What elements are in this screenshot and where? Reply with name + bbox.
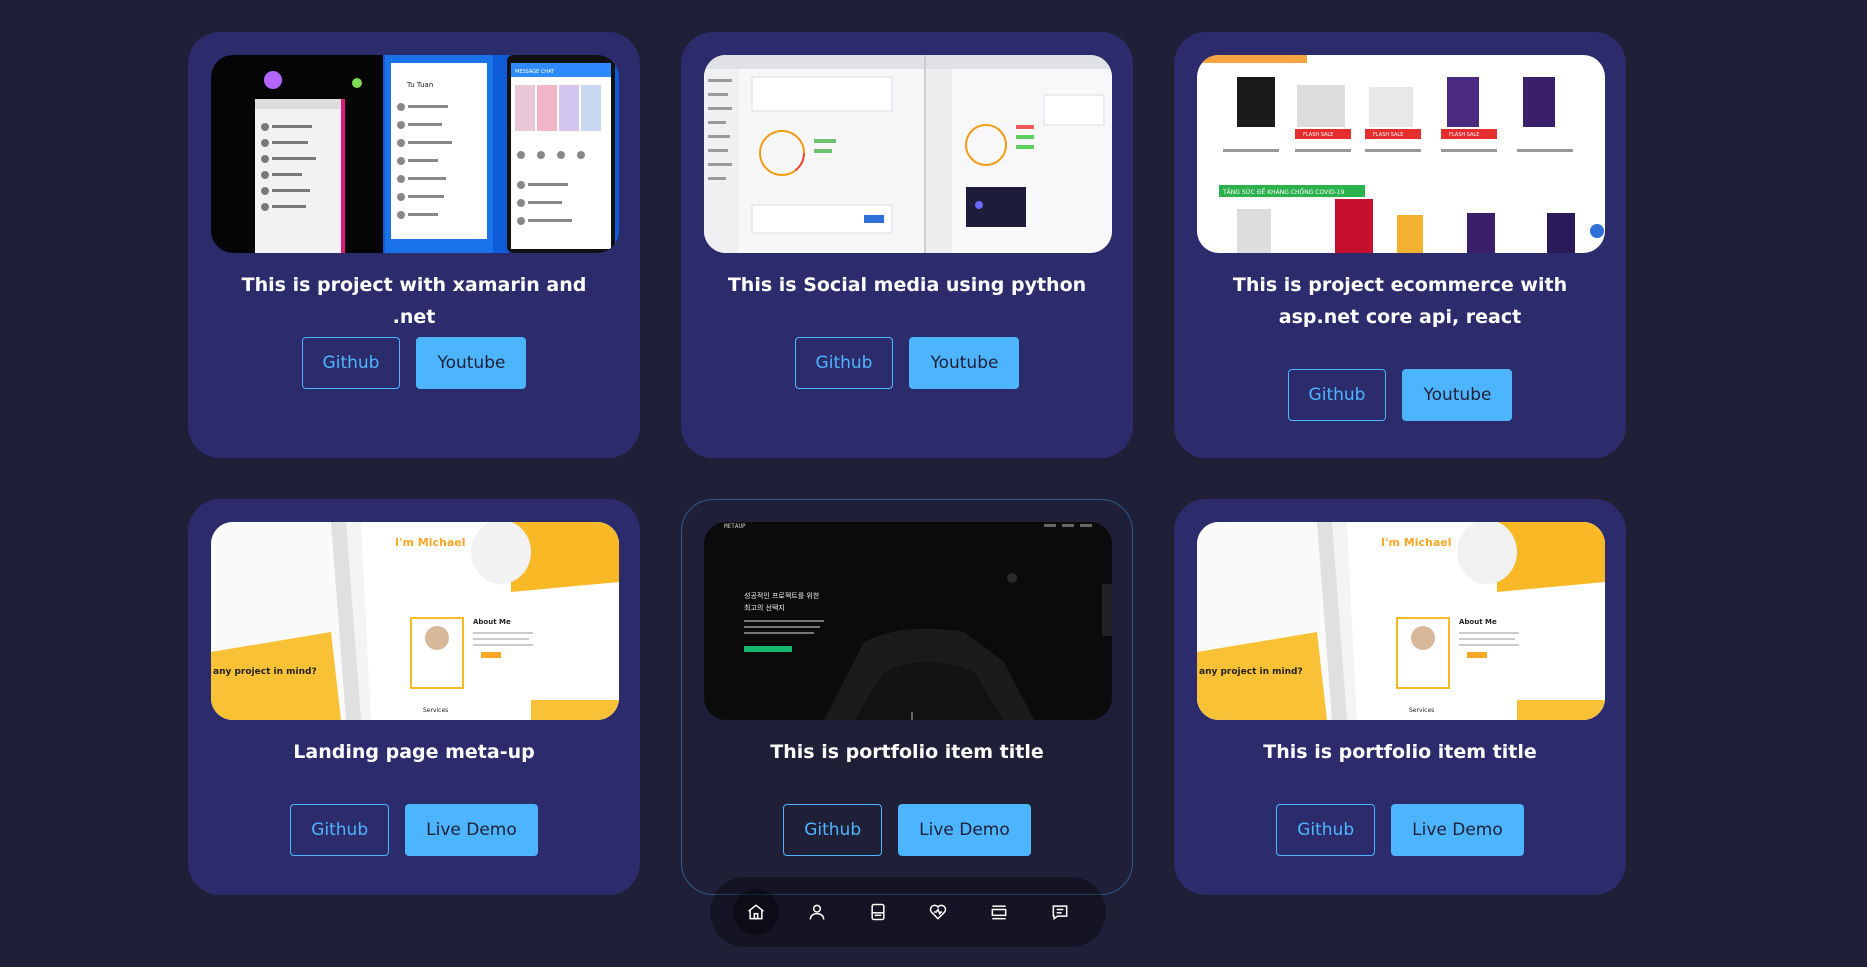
nav-services[interactable]	[915, 889, 961, 935]
project-thumbnail-landing: any project in mind? I'm Michael About M…	[1197, 522, 1605, 720]
github-button[interactable]: Github	[1276, 804, 1376, 856]
project-title: This is Social media using python	[727, 274, 1087, 296]
thumb-flash-sale: FLASH SALE	[1449, 132, 1479, 138]
github-button[interactable]: Github	[1287, 369, 1387, 421]
project-thumbnail-xamarin: Tu Tuan MESSAGE CHAT	[211, 55, 619, 253]
youtube-button[interactable]: Youtube	[1402, 369, 1513, 421]
project-title: Landing page meta-up	[293, 741, 535, 763]
thumb-michael: I'm Michael	[395, 536, 465, 549]
youtube-button[interactable]: Youtube	[909, 337, 1020, 389]
github-button[interactable]: Github	[301, 337, 401, 389]
thumb-services: Services	[1409, 707, 1434, 714]
live-demo-button[interactable]: Live Demo	[898, 804, 1031, 856]
thumb-covid: TĂNG SỨC ĐỀ KHÁNG CHỐNG COVID-19	[1222, 188, 1345, 196]
project-title: This is portfolio item title	[1263, 741, 1537, 763]
portfolio-icon	[991, 905, 1007, 920]
nav-experience[interactable]	[855, 889, 901, 935]
services-icon	[930, 904, 947, 920]
portfolio-card-1: Tu Tuan MESSAGE CHAT This is project wit…	[188, 32, 640, 458]
project-title: This is project ecommerce with asp.net c…	[1232, 274, 1568, 328]
portfolio-card-4: any project in mind? I'm Michael About M…	[188, 499, 640, 895]
nav-about[interactable]	[794, 889, 840, 935]
thumb-michael: I'm Michael	[1381, 536, 1451, 549]
thumb-project-text: any project in mind?	[1199, 667, 1303, 677]
thumb-about: About Me	[1459, 618, 1497, 626]
project-title: This is project with xamarin and .net	[241, 274, 587, 328]
thumb-flash-sale: FLASH SALE	[1373, 132, 1403, 138]
nav-portfolio[interactable]	[976, 889, 1022, 935]
github-button[interactable]: Github	[783, 804, 883, 856]
portfolio-card-3: FLASH SALE FLASH SALE FLASH SALE TĂNG SỨ…	[1174, 32, 1626, 458]
portfolio-card-6: any project in mind? I'm Michael About M…	[1174, 499, 1626, 895]
nav-home[interactable]	[733, 889, 780, 935]
thumb-korean-2: 최고의 선택지	[744, 603, 785, 612]
live-demo-button[interactable]: Live Demo	[405, 804, 538, 856]
thumb-message-chat: MESSAGE CHAT	[515, 69, 555, 75]
project-title: This is portfolio item title	[770, 741, 1044, 763]
thumb-metaup: METAUP	[724, 523, 746, 530]
contact-icon	[1052, 905, 1068, 921]
portfolio-card-5: METAUP 성공적인 프로젝트를 위한 최고의 선택지 This is por…	[681, 499, 1133, 895]
home-icon	[748, 904, 765, 920]
bottom-nav	[710, 877, 1106, 947]
thumb-project-text: any project in mind?	[213, 667, 317, 677]
experience-icon	[871, 903, 885, 921]
project-thumbnail-landing: any project in mind? I'm Michael About M…	[211, 522, 619, 720]
youtube-button[interactable]: Youtube	[416, 337, 527, 389]
project-thumbnail-social-media	[704, 55, 1112, 253]
thumb-chat-header: Tu Tuan	[406, 81, 433, 89]
thumb-korean-1: 성공적인 프로젝트를 위한	[744, 591, 820, 600]
portfolio-card-2: This is Social media using python Github…	[681, 32, 1133, 458]
github-button[interactable]: Github	[794, 337, 894, 389]
project-thumbnail-ecommerce: FLASH SALE FLASH SALE FLASH SALE TĂNG SỨ…	[1197, 55, 1605, 253]
thumb-about: About Me	[473, 618, 511, 626]
nav-contact[interactable]	[1037, 889, 1083, 935]
github-button[interactable]: Github	[290, 804, 390, 856]
thumb-flash-sale: FLASH SALE	[1303, 132, 1333, 138]
thumb-services: Services	[423, 707, 448, 714]
project-thumbnail-dark-landing: METAUP 성공적인 프로젝트를 위한 최고의 선택지	[704, 522, 1112, 720]
about-icon	[809, 904, 825, 920]
live-demo-button[interactable]: Live Demo	[1391, 804, 1524, 856]
